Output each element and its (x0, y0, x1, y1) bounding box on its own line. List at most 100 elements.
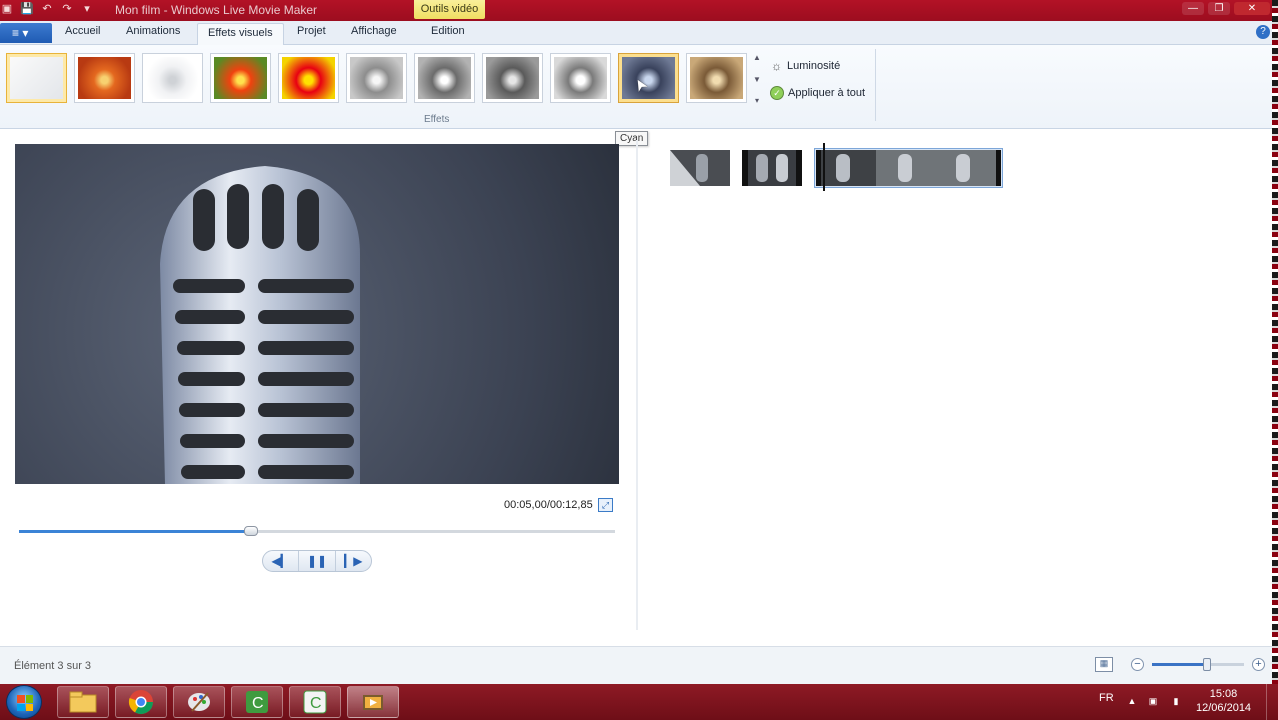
luminosite-label: Luminosité (787, 60, 841, 72)
undo-icon[interactable]: ↶ (40, 2, 54, 16)
clock-time: 15:08 (1209, 688, 1238, 700)
contextual-tab-video-tools: Outils vidéo (414, 0, 485, 19)
zoom-fill (1152, 663, 1208, 666)
seek-progress (19, 530, 252, 533)
seek-thumb[interactable] (244, 526, 259, 536)
video-preview[interactable] (15, 144, 619, 484)
clock-date: 12/06/2014 (1196, 702, 1252, 714)
storyboard-clip-selected[interactable] (814, 148, 1003, 188)
zoom-in-icon[interactable]: + (1252, 658, 1265, 671)
effect-thumb-saturated[interactable] (278, 53, 339, 103)
seek-bar[interactable] (19, 526, 615, 536)
microphone-image (160, 166, 360, 484)
start-button[interactable] (6, 685, 42, 719)
windows-logo-icon (17, 695, 33, 711)
close-button[interactable]: ✕ (1234, 2, 1270, 15)
status-text: Élément 3 sur 3 (14, 660, 92, 672)
tab-effets-visuels[interactable]: Effets visuels (197, 23, 284, 46)
taskbar-chrome-icon[interactable] (115, 686, 167, 718)
effect-thumb-none[interactable] (6, 53, 67, 103)
redo-icon[interactable]: ↷ (60, 2, 74, 16)
luminosite-button[interactable]: ☼ Luminosité (770, 57, 865, 75)
previous-frame-button[interactable]: ◀▎ (263, 551, 300, 571)
window-title: Mon film - Windows Live Movie Maker (115, 3, 318, 17)
effect-preview-image (486, 57, 539, 99)
effect-thumb-sketch[interactable] (142, 53, 203, 103)
ribbon-separator (875, 49, 876, 121)
taskbar: C C FR ▲ ▣ ▮ 15:08 12/06/2014 (0, 684, 1278, 720)
transport-controls: ◀▎ ❚❚ ▎▶ (262, 550, 372, 572)
app-icon[interactable]: ▣ (0, 2, 14, 16)
effect-thumb-bw[interactable] (346, 53, 407, 103)
tab-projet[interactable]: Projet (297, 25, 326, 37)
effect-preview-image (418, 57, 471, 99)
fullscreen-icon[interactable]: ⤢ (598, 498, 613, 512)
pane-splitter[interactable] (636, 140, 638, 630)
tab-animations[interactable]: Animations (126, 25, 180, 37)
pause-button[interactable]: ❚❚ (299, 551, 336, 571)
save-icon[interactable]: 💾 (20, 2, 34, 16)
apply-all-icon: ✓ (770, 86, 784, 100)
effect-preview-image (78, 57, 131, 99)
system-tray: FR ▲ ▣ ▮ 15:08 12/06/2014 (1096, 684, 1278, 720)
gallery-scroll[interactable]: ▲ ▼ ▾ (751, 53, 763, 105)
effect-preview-image (146, 57, 199, 99)
help-icon[interactable]: ? (1256, 25, 1270, 39)
quick-access-toolbar: ▣ 💾 ↶ ↷ ▾ (0, 2, 94, 16)
show-hidden-icons-icon[interactable]: ▲ (1126, 695, 1138, 707)
taskbar-movie-maker-icon[interactable] (347, 686, 399, 718)
effects-group-label: Effets (424, 114, 450, 125)
customize-icon[interactable]: ▾ (80, 2, 94, 16)
tab-edition[interactable]: Edition (431, 25, 465, 37)
title-bar: ▣ 💾 ↶ ↷ ▾ Mon film - Windows Live Movie … (0, 0, 1278, 21)
zoom-thumb[interactable] (1203, 658, 1212, 671)
svg-text:C: C (252, 695, 264, 712)
screen-edge-artifact (1272, 0, 1278, 684)
file-menu-button[interactable]: ≡ ▾ (0, 23, 52, 43)
scroll-down-icon[interactable]: ▼ (753, 75, 761, 84)
svg-text:C: C (310, 695, 322, 712)
effect-thumb-vivid[interactable] (210, 53, 271, 103)
ribbon: ▲ ▼ ▾ Effets ☼ Luminosité ✓ Appliquer à … (0, 45, 1272, 129)
effect-preview-image (350, 57, 403, 99)
minimize-button[interactable]: — (1182, 2, 1204, 15)
next-frame-button[interactable]: ▎▶ (336, 551, 371, 571)
taskbar-explorer-icon[interactable] (57, 686, 109, 718)
tab-affichage[interactable]: Affichage (351, 25, 397, 37)
scroll-up-icon[interactable]: ▲ (753, 53, 761, 62)
tab-accueil[interactable]: Accueil (65, 25, 100, 37)
effect-thumb-sepia[interactable] (686, 53, 747, 103)
apply-to-all-button[interactable]: ✓ Appliquer à tout (770, 84, 865, 102)
network-adapter-icon[interactable]: ▣ (1147, 695, 1159, 707)
zoom-slider[interactable] (1152, 658, 1244, 671)
taskbar-camtasia-studio-icon[interactable]: C (289, 686, 341, 718)
maximize-button[interactable]: ❐ (1208, 2, 1230, 15)
storyboard-clip[interactable] (670, 150, 730, 186)
effect-thumb-orange[interactable] (74, 53, 135, 103)
effect-preview-image (690, 57, 743, 99)
storyboard-clip[interactable] (742, 150, 802, 186)
status-bar: Élément 3 sur 3 ▦ − + (0, 646, 1272, 684)
brightness-icon: ☼ (771, 58, 782, 73)
effect-thumb-bw3[interactable] (482, 53, 543, 103)
taskbar-paint-icon[interactable] (173, 686, 225, 718)
zoom-out-icon[interactable]: − (1131, 658, 1144, 671)
effect-thumb-bw2[interactable] (414, 53, 475, 103)
effect-tooltip: Cyan (615, 131, 649, 146)
signal-icon[interactable]: ▮ (1170, 695, 1182, 707)
gallery-more-icon[interactable]: ▾ (755, 96, 759, 105)
time-display: 00:05,00/00:12,85 (504, 499, 593, 511)
thumbnail-size-icon[interactable]: ▦ (1095, 657, 1113, 672)
playhead[interactable] (823, 143, 825, 191)
clock[interactable]: 15:08 12/06/2014 (1196, 687, 1251, 715)
ribbon-tabs: ≡ ▾ Accueil Animations Effets visuels Pr… (0, 21, 1272, 46)
effect-preview-image (10, 57, 63, 99)
apply-to-all-label: Appliquer à tout (788, 87, 866, 99)
effect-preview-image (214, 57, 267, 99)
language-indicator[interactable]: FR (1099, 692, 1114, 704)
taskbar-camtasia-recorder-icon[interactable]: C (231, 686, 283, 718)
effect-preview-image (554, 57, 607, 99)
storyboard (670, 148, 1003, 188)
show-desktop-button[interactable] (1266, 684, 1278, 720)
effect-thumb-bw4[interactable] (550, 53, 611, 103)
